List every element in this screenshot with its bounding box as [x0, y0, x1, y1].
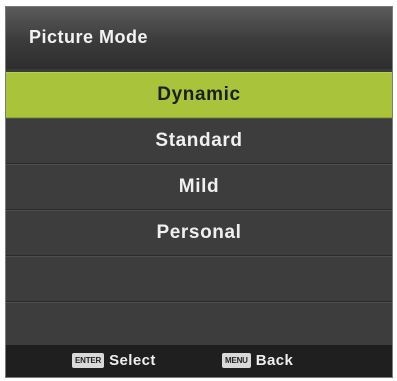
back-label: Back	[255, 352, 294, 369]
dialog-header: Picture Mode	[6, 7, 392, 69]
dialog-title: Picture Mode	[29, 26, 149, 47]
menu-item-personal[interactable]: Personal	[6, 210, 392, 256]
menu-item-standard[interactable]: Standard	[6, 118, 392, 164]
enter-key-icon: ENTER	[72, 353, 105, 368]
picture-mode-dialog: Picture Mode Dynamic Standard Mild Perso…	[5, 6, 393, 378]
menu-item-empty	[6, 302, 392, 348]
back-hint: MENU Back	[222, 352, 293, 369]
menu-item-dynamic[interactable]: Dynamic	[6, 72, 392, 118]
dialog-footer: ENTER Select MENU Back	[6, 345, 392, 377]
select-hint: ENTER Select	[72, 352, 156, 369]
select-label: Select	[109, 352, 156, 369]
menu-key-icon: MENU	[222, 353, 251, 368]
picture-mode-list: Dynamic Standard Mild Personal	[6, 72, 392, 348]
menu-item-empty	[6, 256, 392, 302]
menu-item-mild[interactable]: Mild	[6, 164, 392, 210]
